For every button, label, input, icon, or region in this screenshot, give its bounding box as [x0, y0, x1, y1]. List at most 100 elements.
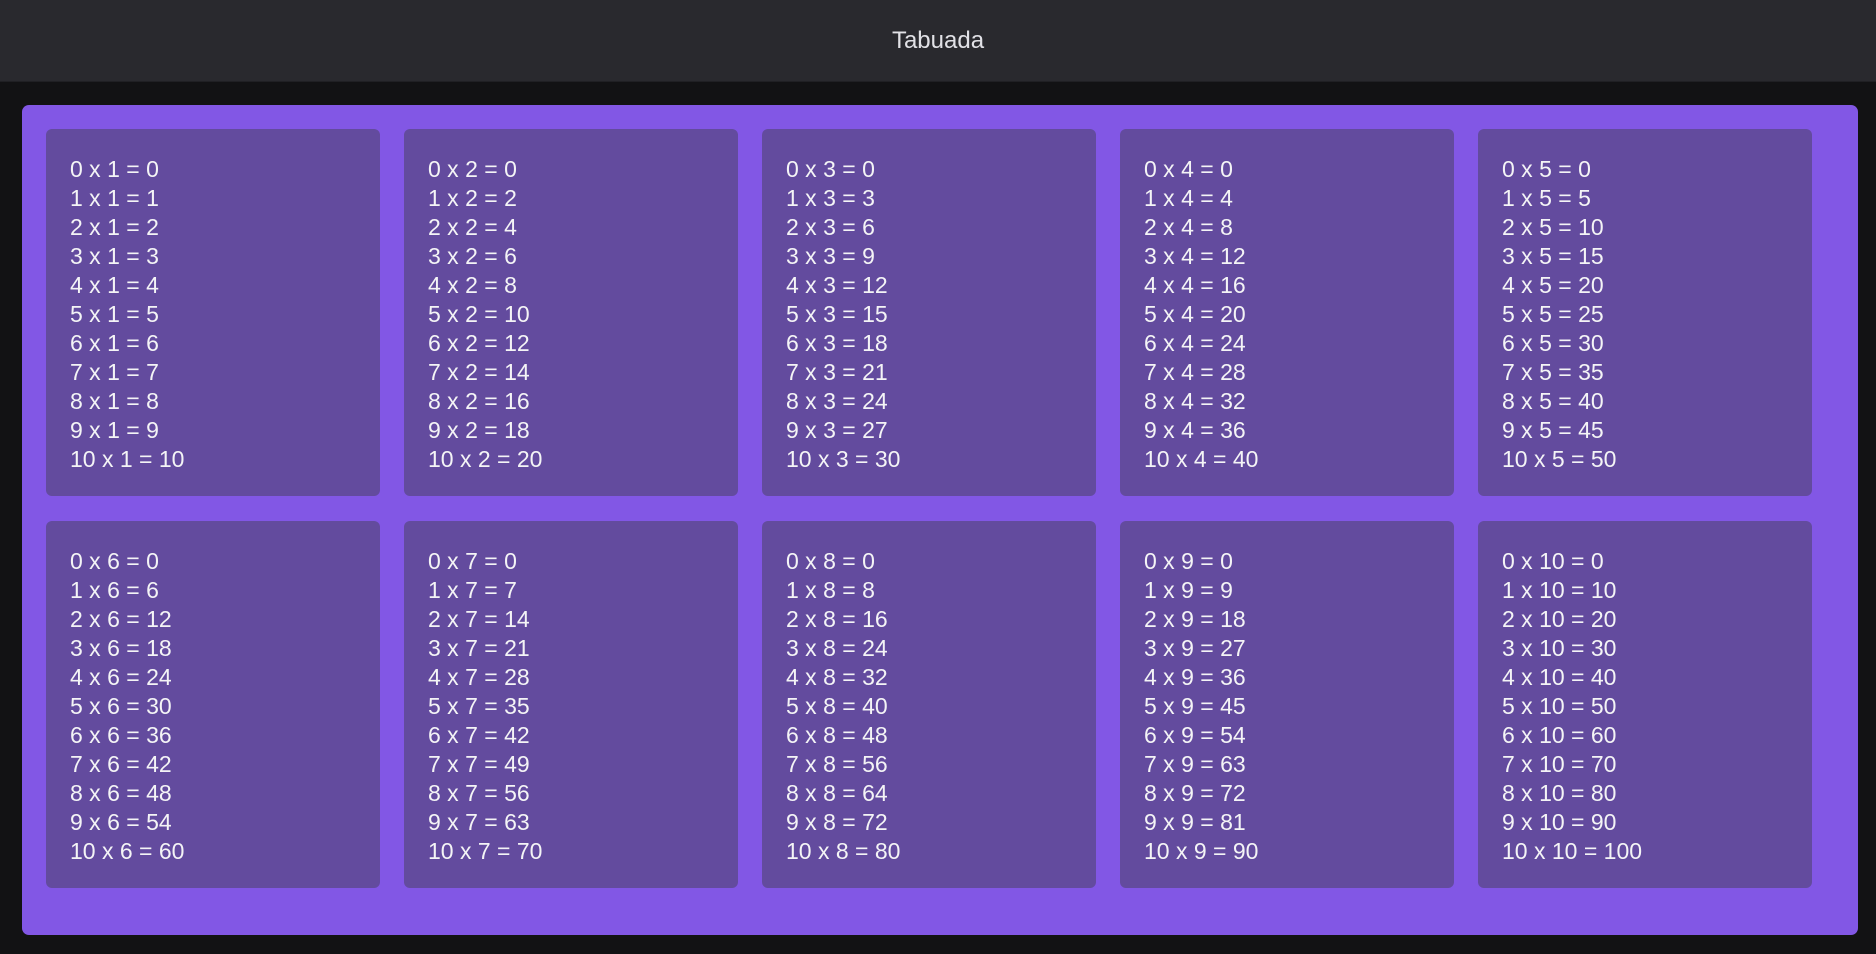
multiplication-line: 2 x 10 = 20 [1502, 606, 1617, 632]
multiplication-line: 1 x 6 = 6 [70, 577, 159, 603]
multiplication-line: 6 x 8 = 48 [786, 722, 888, 748]
multiplication-line: 9 x 6 = 54 [70, 809, 172, 835]
multiplication-line: 2 x 8 = 16 [786, 606, 888, 632]
multiplication-line: 9 x 3 = 27 [786, 417, 888, 443]
multiplication-line: 4 x 3 = 12 [786, 272, 888, 298]
multiplication-line: 1 x 1 = 1 [70, 185, 159, 211]
multiplication-tables-panel: 0 x 1 = 0 1 x 1 = 1 2 x 1 = 2 3 x 1 = 3 4 x … [22, 105, 1858, 935]
multiplication-line: 0 x 3 = 0 [786, 156, 875, 182]
multiplication-line: 1 x 5 = 5 [1502, 185, 1591, 211]
multiplication-line: 3 x 9 = 27 [1144, 635, 1246, 661]
multiplication-line: 1 x 2 = 2 [428, 185, 517, 211]
multiplication-line: 5 x 6 = 30 [70, 693, 172, 719]
multiplication-line: 2 x 3 = 6 [786, 214, 875, 240]
multiplication-line: 5 x 2 = 10 [428, 301, 530, 327]
multiplication-line: 8 x 3 = 24 [786, 388, 888, 414]
multiplication-line: 6 x 9 = 54 [1144, 722, 1246, 748]
multiplication-line: 4 x 6 = 24 [70, 664, 172, 690]
multiplication-line: 9 x 9 = 81 [1144, 809, 1246, 835]
multiplication-line: 4 x 1 = 4 [70, 272, 159, 298]
multiplication-line: 6 x 5 = 30 [1502, 330, 1604, 356]
multiplication-line: 5 x 5 = 25 [1502, 301, 1604, 327]
multiplication-table-card: 0 x 5 = 0 1 x 5 = 5 2 x 5 = 10 3 x 5 = 15 4 … [1478, 129, 1812, 496]
multiplication-line: 7 x 1 = 7 [70, 359, 159, 385]
multiplication-line: 10 x 8 = 80 [786, 838, 901, 864]
multiplication-line: 1 x 3 = 3 [786, 185, 875, 211]
multiplication-line: 0 x 7 = 0 [428, 548, 517, 574]
multiplication-line: 1 x 4 = 4 [1144, 185, 1233, 211]
multiplication-line: 2 x 6 = 12 [70, 606, 172, 632]
multiplication-line: 8 x 2 = 16 [428, 388, 530, 414]
multiplication-line: 8 x 5 = 40 [1502, 388, 1604, 414]
multiplication-line: 8 x 9 = 72 [1144, 780, 1246, 806]
multiplication-line: 1 x 9 = 9 [1144, 577, 1233, 603]
multiplication-line: 10 x 3 = 30 [786, 446, 901, 472]
multiplication-line: 4 x 4 = 16 [1144, 272, 1246, 298]
multiplication-line: 0 x 8 = 0 [786, 548, 875, 574]
multiplication-line: 5 x 4 = 20 [1144, 301, 1246, 327]
multiplication-line: 6 x 7 = 42 [428, 722, 530, 748]
multiplication-line: 10 x 9 = 90 [1144, 838, 1259, 864]
multiplication-table-card: 0 x 3 = 0 1 x 3 = 3 2 x 3 = 6 3 x 3 = 9 4 x … [762, 129, 1096, 496]
multiplication-line: 0 x 2 = 0 [428, 156, 517, 182]
multiplication-line: 10 x 5 = 50 [1502, 446, 1617, 472]
multiplication-table-card: 0 x 10 = 0 1 x 10 = 10 2 x 10 = 20 3 x 10 =… [1478, 521, 1812, 888]
multiplication-line: 3 x 8 = 24 [786, 635, 888, 661]
multiplication-table-card: 0 x 8 = 0 1 x 8 = 8 2 x 8 = 16 3 x 8 = 24 4 … [762, 521, 1096, 888]
multiplication-line: 7 x 6 = 42 [70, 751, 172, 777]
multiplication-line: 4 x 2 = 8 [428, 272, 517, 298]
multiplication-line: 4 x 10 = 40 [1502, 664, 1617, 690]
multiplication-line: 2 x 7 = 14 [428, 606, 530, 632]
multiplication-line: 2 x 4 = 8 [1144, 214, 1233, 240]
multiplication-line: 1 x 8 = 8 [786, 577, 875, 603]
multiplication-line: 5 x 3 = 15 [786, 301, 888, 327]
multiplication-line: 3 x 4 = 12 [1144, 243, 1246, 269]
multiplication-table-card: 0 x 6 = 0 1 x 6 = 6 2 x 6 = 12 3 x 6 = 18 4 … [46, 521, 380, 888]
multiplication-line: 3 x 10 = 30 [1502, 635, 1617, 661]
multiplication-line: 3 x 5 = 15 [1502, 243, 1604, 269]
multiplication-line: 3 x 1 = 3 [70, 243, 159, 269]
multiplication-line: 7 x 10 = 70 [1502, 751, 1617, 777]
multiplication-line: 9 x 5 = 45 [1502, 417, 1604, 443]
multiplication-line: 8 x 1 = 8 [70, 388, 159, 414]
multiplication-line: 8 x 8 = 64 [786, 780, 888, 806]
multiplication-line: 0 x 10 = 0 [1502, 548, 1604, 574]
multiplication-line: 10 x 2 = 20 [428, 446, 543, 472]
multiplication-line: 7 x 5 = 35 [1502, 359, 1604, 385]
multiplication-line: 8 x 7 = 56 [428, 780, 530, 806]
multiplication-line: 3 x 3 = 9 [786, 243, 875, 269]
multiplication-line: 4 x 9 = 36 [1144, 664, 1246, 690]
multiplication-line: 10 x 6 = 60 [70, 838, 185, 864]
multiplication-line: 2 x 9 = 18 [1144, 606, 1246, 632]
multiplication-line: 0 x 6 = 0 [70, 548, 159, 574]
multiplication-line: 7 x 3 = 21 [786, 359, 888, 385]
multiplication-line: 10 x 1 = 10 [70, 446, 185, 472]
multiplication-line: 6 x 2 = 12 [428, 330, 530, 356]
app-header: Tabuada [0, 0, 1876, 82]
multiplication-line: 6 x 3 = 18 [786, 330, 888, 356]
multiplication-line: 2 x 5 = 10 [1502, 214, 1604, 240]
multiplication-line: 10 x 10 = 100 [1502, 838, 1643, 864]
multiplication-line: 3 x 7 = 21 [428, 635, 530, 661]
multiplication-line: 6 x 10 = 60 [1502, 722, 1617, 748]
page-title: Tabuada [891, 26, 985, 54]
multiplication-line: 1 x 10 = 10 [1502, 577, 1617, 603]
multiplication-line: 5 x 8 = 40 [786, 693, 888, 719]
multiplication-line: 5 x 7 = 35 [428, 693, 530, 719]
multiplication-line: 8 x 6 = 48 [70, 780, 172, 806]
multiplication-line: 6 x 1 = 6 [70, 330, 159, 356]
multiplication-line: 9 x 8 = 72 [786, 809, 888, 835]
multiplication-line: 5 x 9 = 45 [1144, 693, 1246, 719]
multiplication-line: 7 x 9 = 63 [1144, 751, 1246, 777]
multiplication-line: 6 x 6 = 36 [70, 722, 172, 748]
multiplication-line: 7 x 4 = 28 [1144, 359, 1246, 385]
multiplication-line: 7 x 2 = 14 [428, 359, 530, 385]
multiplication-line: 0 x 4 = 0 [1144, 156, 1233, 182]
multiplication-line: 8 x 4 = 32 [1144, 388, 1246, 414]
multiplication-line: 10 x 4 = 40 [1144, 446, 1259, 472]
multiplication-table-card: 0 x 1 = 0 1 x 1 = 1 2 x 1 = 2 3 x 1 = 3 4 x … [46, 129, 380, 496]
multiplication-line: 9 x 7 = 63 [428, 809, 530, 835]
multiplication-line: 0 x 5 = 0 [1502, 156, 1591, 182]
multiplication-line: 0 x 1 = 0 [70, 156, 159, 182]
multiplication-line: 9 x 1 = 9 [70, 417, 159, 443]
